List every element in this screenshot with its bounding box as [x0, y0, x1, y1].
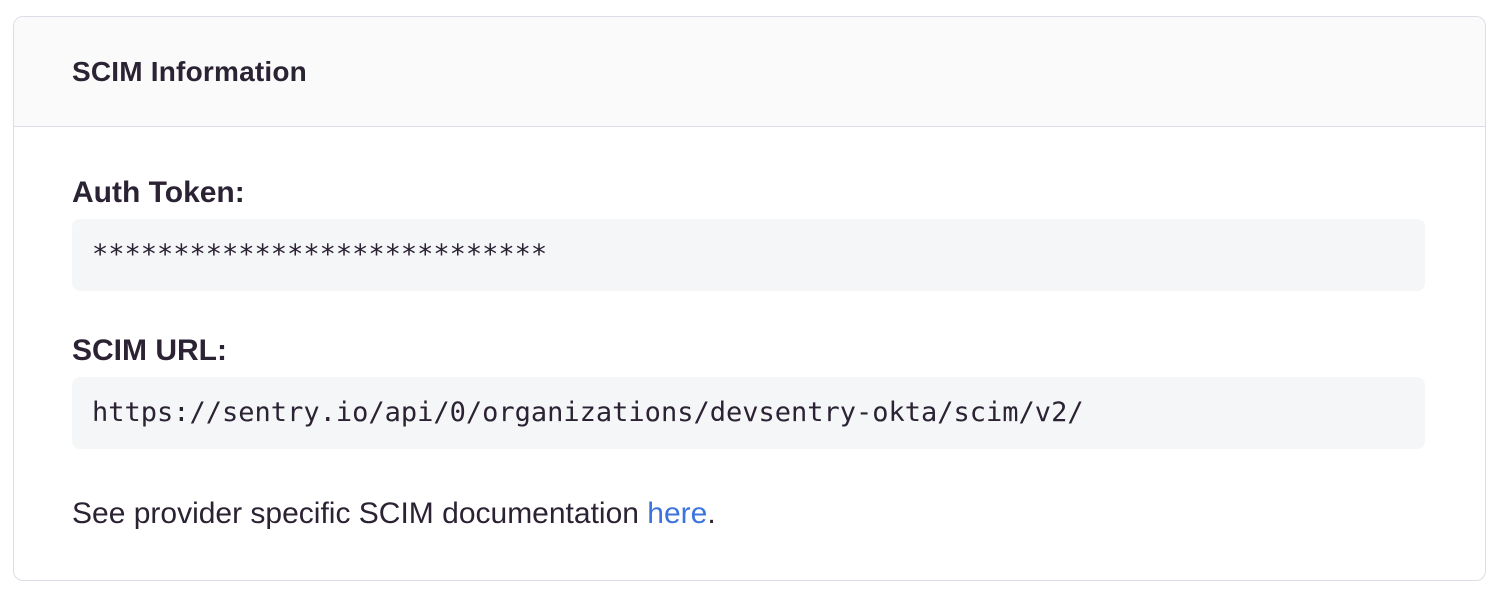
panel-body: Auth Token: ****************************…: [14, 127, 1485, 579]
docs-link[interactable]: here: [647, 497, 707, 530]
docs-sentence: See provider specific SCIM documentation…: [72, 495, 1425, 533]
auth-token-field-group: Auth Token: ****************************: [72, 175, 1425, 291]
scim-url-field-group: SCIM URL: https://sentry.io/api/0/organi…: [72, 333, 1425, 449]
panel-title: SCIM Information: [72, 56, 307, 88]
auth-token-label: Auth Token:: [72, 175, 1425, 211]
panel-header: SCIM Information: [14, 17, 1485, 127]
scim-information-panel: SCIM Information Auth Token: ***********…: [13, 16, 1486, 581]
docs-text-before: See provider specific SCIM documentation: [72, 497, 647, 530]
docs-text-after: .: [707, 497, 715, 530]
scim-url-value: https://sentry.io/api/0/organizations/de…: [72, 377, 1425, 449]
scim-url-label: SCIM URL:: [72, 333, 1425, 369]
auth-token-value: ****************************: [72, 219, 1425, 291]
